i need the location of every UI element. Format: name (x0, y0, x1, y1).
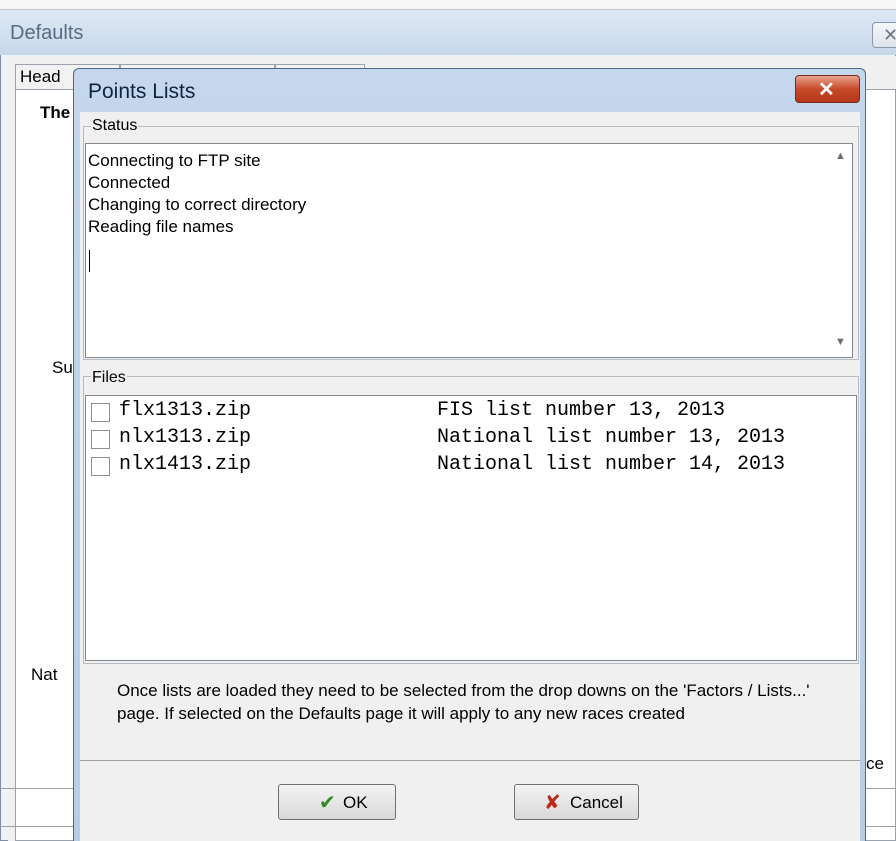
defaults-titlebar (0, 10, 896, 55)
divider (80, 760, 860, 761)
file-description: National list number 14, 2013 (437, 453, 786, 476)
dialog-close-button[interactable]: ✕ (795, 75, 860, 103)
dialog-title: Points Lists (88, 80, 196, 103)
checkmark-icon: ✔ (319, 792, 336, 814)
file-name: nlx1413.zip (119, 453, 252, 476)
status-line: Reading file names (88, 217, 234, 236)
help-note: Once lists are loaded they need to be se… (117, 681, 810, 723)
scroll-up-icon[interactable]: ▲ (835, 150, 846, 162)
cancel-button[interactable]: ✘ Cancel (514, 784, 639, 820)
close-icon: ✕ (818, 79, 835, 101)
file-checkbox[interactable] (91, 403, 110, 422)
defaults-label-nat: Nat (31, 665, 58, 684)
close-icon: ✕ (883, 25, 896, 45)
file-name: nlx1313.zip (119, 426, 252, 449)
ok-label: OK (343, 793, 368, 812)
defaults-close-button[interactable]: ✕ (872, 22, 896, 48)
scroll-down-icon[interactable]: ▼ (835, 336, 846, 348)
background-strip (0, 0, 896, 10)
ok-button[interactable]: ✔ OK (278, 784, 396, 820)
file-description: FIS list number 13, 2013 (437, 399, 726, 422)
status-lines: Connecting to FTP site Connected Changin… (88, 150, 306, 238)
status-line: Changing to correct directory (88, 195, 307, 214)
file-checkbox[interactable] (91, 430, 110, 449)
cancel-label: Cancel (570, 793, 623, 812)
files-group-label: Files (91, 369, 127, 387)
text-caret (89, 250, 90, 272)
file-checkbox[interactable] (91, 457, 110, 476)
status-line: Connecting to FTP site (88, 151, 261, 170)
defaults-heading: The (40, 103, 71, 122)
cross-icon: ✘ (544, 792, 561, 814)
file-description: National list number 13, 2013 (437, 426, 786, 449)
status-line: Connected (88, 173, 171, 192)
defaults-label-su: Su (52, 358, 73, 377)
file-name: flx1313.zip (119, 399, 252, 422)
status-scrollbar[interactable]: ▲ ▼ (832, 144, 852, 357)
defaults-label-ce: ce (866, 754, 884, 773)
status-group-label: Status (91, 117, 139, 135)
defaults-title: Defaults (10, 22, 84, 44)
